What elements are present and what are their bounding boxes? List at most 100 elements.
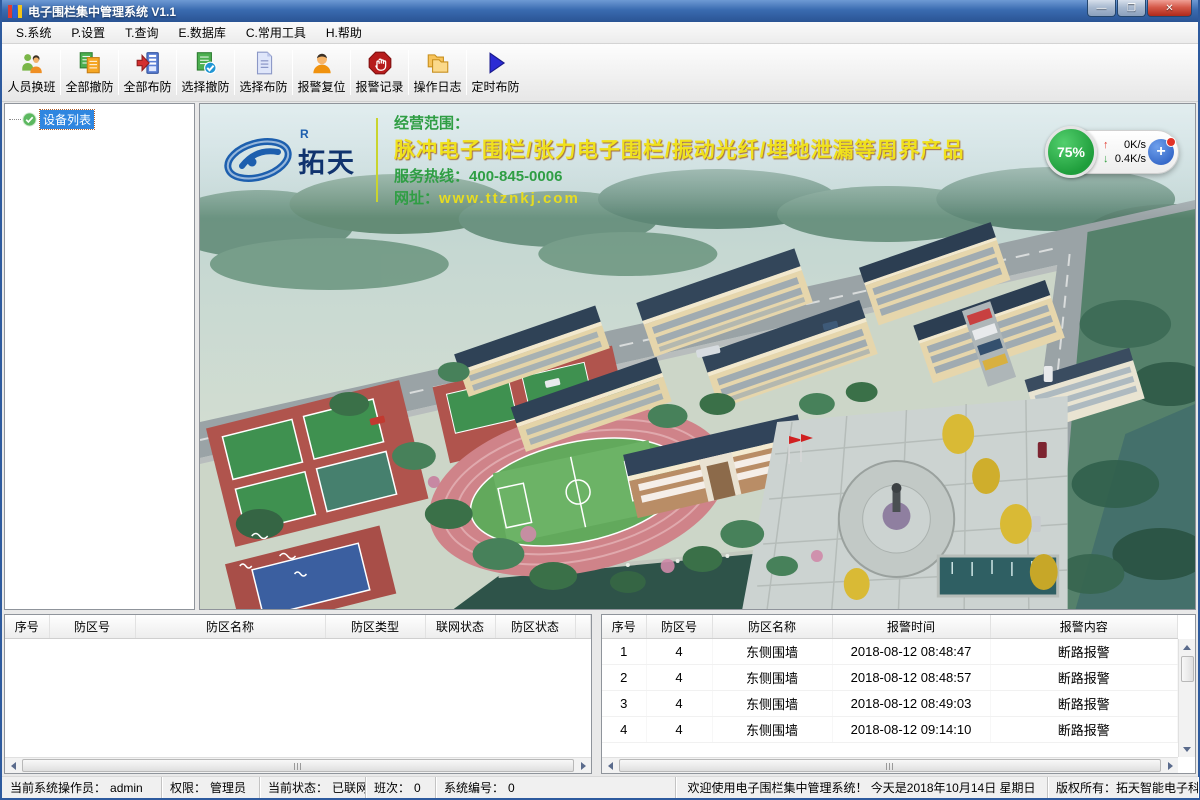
alarm-col-time[interactable]: 报警时间 (832, 615, 990, 638)
app-icon (8, 5, 22, 18)
toolbar-button-operation-log[interactable]: 操作日志 (410, 46, 465, 99)
scroll-thumb[interactable] (22, 759, 574, 772)
toolbar-label: 全部布防 (123, 78, 171, 95)
table-cell: 断路报警 (990, 716, 1178, 742)
zone-col-filler (575, 615, 591, 638)
device-tree-panel: 设备列表 (4, 103, 195, 610)
network-rates: ↑0K/s ↓0.4K/s (1097, 139, 1148, 166)
table-cell: 2 (602, 664, 646, 690)
main-area: 设备列表 (2, 102, 1198, 612)
table-cell: 东侧围墙 (712, 690, 832, 716)
scroll-right-arrow[interactable] (1162, 758, 1178, 774)
permission-label: 权限： (170, 779, 206, 796)
toolbar-label: 选择布防 (239, 78, 287, 95)
toolbar-button-arm-all[interactable]: 全部布防 (120, 46, 175, 99)
table-row[interactable]: 34东侧围墙2018-08-12 08:49:03断路报警 (602, 690, 1178, 716)
network-speed-widget[interactable]: 75% ↑0K/s ↓0.4K/s + (1049, 130, 1179, 174)
widget-expand-button[interactable]: + (1148, 139, 1174, 165)
menu-settings[interactable]: P.设置 (61, 21, 115, 44)
scroll-left-arrow[interactable] (602, 758, 618, 774)
scroll-down-arrow[interactable] (1179, 741, 1195, 757)
table-cell: 断路报警 (990, 690, 1178, 716)
toolbar-button-alarm-record[interactable]: 报警记录 (352, 46, 407, 99)
alarm-table: 序号 防区号 防区名称 报警时间 报警内容 14东侧围墙2018-08-12 0… (602, 615, 1178, 743)
operator-value: admin (110, 781, 143, 795)
connection-label: 当前状态： (268, 779, 328, 796)
download-rate: 0.4K/s (1115, 153, 1146, 166)
timed-arm-icon (483, 50, 509, 76)
toolbar-separator (292, 50, 293, 95)
alarm-col-content[interactable]: 报警内容 (990, 615, 1178, 638)
menu-system[interactable]: S.系统 (6, 21, 61, 44)
alarm-table-vscrollbar[interactable] (1178, 639, 1195, 757)
zone-col-zone-no[interactable]: 防区号 (49, 615, 135, 638)
device-status-icon (22, 112, 37, 127)
toolbar-button-people-shift[interactable]: 人员换班 (4, 46, 59, 99)
scroll-thumb[interactable] (619, 759, 1161, 772)
shift-label: 班次： (374, 779, 410, 796)
window-controls: — ❐ ✕ (1086, 0, 1192, 17)
title-bar: 电子围栏集中管理系统 V1.1 — ❐ ✕ (2, 0, 1198, 22)
zone-col-index[interactable]: 序号 (5, 615, 49, 638)
table-row[interactable]: 24东侧围墙2018-08-12 08:48:57断路报警 (602, 664, 1178, 690)
scroll-thumb[interactable] (1181, 656, 1194, 682)
menu-query[interactable]: T.查询 (115, 21, 168, 44)
zone-table-header-row: 序号 防区号 防区名称 防区类型 联网状态 防区状态 (5, 615, 591, 638)
minimize-button[interactable]: — (1087, 0, 1116, 17)
zone-col-net-status[interactable]: 联网状态 (425, 615, 495, 638)
toolbar-button-disarm-all[interactable]: 全部撤防 (62, 46, 117, 99)
upload-arrow-icon: ↑ (1103, 139, 1109, 152)
scroll-up-arrow[interactable] (1179, 639, 1195, 655)
tree-node-device-list[interactable]: 设备列表 (5, 104, 194, 131)
table-row[interactable]: 44东侧围墙2018-08-12 09:14:10断路报警 (602, 716, 1178, 742)
alarm-col-index[interactable]: 序号 (602, 615, 646, 638)
table-cell: 2018-08-12 08:49:03 (832, 690, 990, 716)
zone-table: 序号 防区号 防区名称 防区类型 联网状态 防区状态 (5, 615, 591, 639)
memory-usage-gauge[interactable]: 75% (1045, 126, 1097, 178)
alarm-table-header-row: 序号 防区号 防区名称 报警时间 报警内容 (602, 615, 1178, 638)
campus-photo-area: R 拓天 经营范围： 脉冲电子围栏/张力电子围栏/振动光纤/埋地泄漏等周界产品 … (199, 103, 1196, 610)
toolbar-separator (408, 50, 409, 95)
menu-bar: S.系统 P.设置 T.查询 E.数据库 C.常用工具 H.帮助 (2, 22, 1198, 44)
maximize-button[interactable]: ❐ (1117, 0, 1146, 17)
alarm-col-zone-name[interactable]: 防区名称 (712, 615, 832, 638)
table-cell: 4 (646, 716, 712, 742)
toolbar-button-arm-select[interactable]: 选择布防 (236, 46, 291, 99)
window-title: 电子围栏集中管理系统 V1.1 (28, 3, 176, 20)
table-cell: 4 (646, 664, 712, 690)
people-shift-icon (19, 50, 45, 76)
toolbar-button-timed-arm[interactable]: 定时布防 (468, 46, 523, 99)
zone-col-zone-type[interactable]: 防区类型 (325, 615, 425, 638)
toolbar-separator (466, 50, 467, 95)
arm-all-icon (135, 50, 161, 76)
toolbar-separator (118, 50, 119, 95)
bottom-tables-area: 序号 防区号 防区名称 防区类型 联网状态 防区状态 (2, 612, 1198, 776)
shift-value: 0 (414, 781, 421, 795)
alarm-table-panel: 序号 防区号 防区名称 报警时间 报警内容 14东侧围墙2018-08-12 0… (601, 614, 1196, 774)
alarm-table-hscrollbar[interactable] (602, 757, 1178, 773)
zone-col-zone-status[interactable]: 防区状态 (495, 615, 575, 638)
table-cell: 东侧围墙 (712, 716, 832, 742)
menu-help[interactable]: H.帮助 (316, 21, 372, 44)
table-row[interactable]: 14东侧围墙2018-08-12 08:48:47断路报警 (602, 638, 1178, 664)
zone-table-hscrollbar[interactable] (5, 757, 591, 773)
table-cell: 2018-08-12 08:48:47 (832, 638, 990, 664)
toolbar-label: 定时布防 (471, 78, 519, 95)
toolbar-button-disarm-select[interactable]: 选择撤防 (178, 46, 233, 99)
alarm-record-icon (367, 50, 393, 76)
toolbar-label: 全部撤防 (65, 78, 113, 95)
toolbar-label: 选择撤防 (181, 78, 229, 95)
menu-database[interactable]: E.数据库 (168, 21, 235, 44)
alarm-col-zone-no[interactable]: 防区号 (646, 615, 712, 638)
table-cell: 断路报警 (990, 638, 1178, 664)
zone-col-zone-name[interactable]: 防区名称 (135, 615, 325, 638)
scroll-left-arrow[interactable] (5, 758, 21, 774)
device-list-label[interactable]: 设备列表 (40, 110, 94, 129)
scroll-right-arrow[interactable] (575, 758, 591, 774)
table-cell: 2018-08-12 08:48:57 (832, 664, 990, 690)
toolbar-separator (350, 50, 351, 95)
close-button[interactable]: ✕ (1147, 0, 1192, 17)
toolbar-label: 操作日志 (413, 78, 461, 95)
toolbar-button-alarm-reset[interactable]: 报警复位 (294, 46, 349, 99)
menu-tools[interactable]: C.常用工具 (236, 21, 316, 44)
